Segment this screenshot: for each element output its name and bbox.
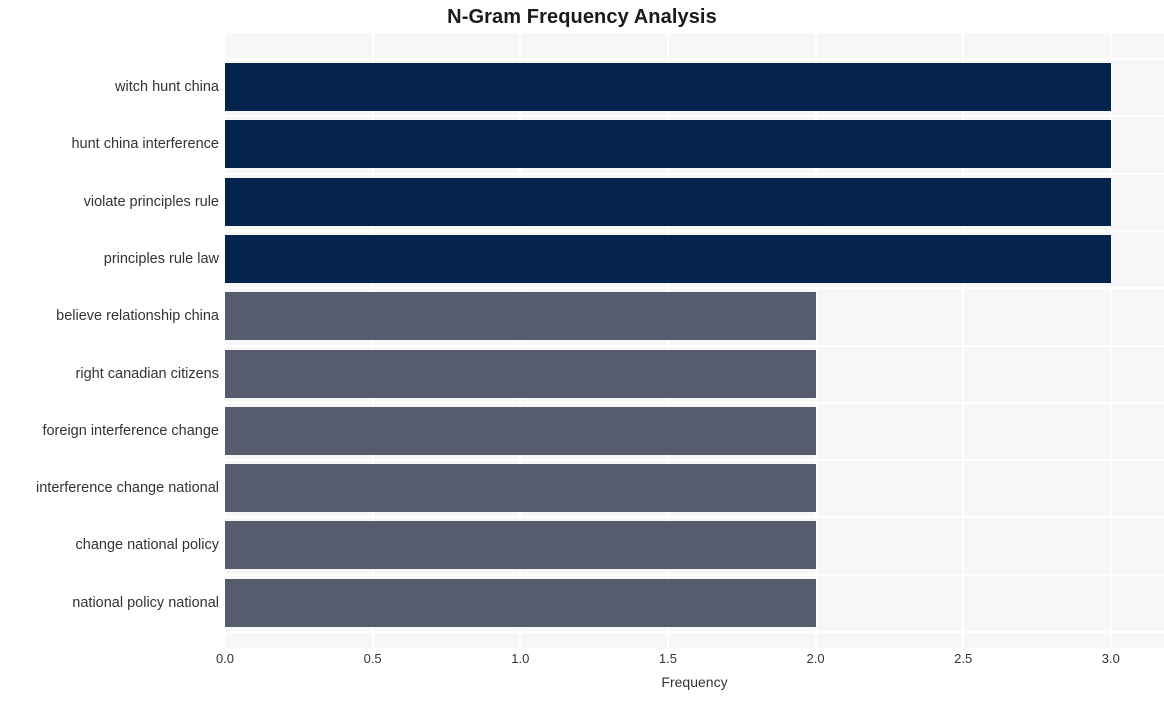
- y-axis-tick-label: hunt china interference: [71, 136, 219, 153]
- x-axis-tick-label: 2.5: [954, 651, 973, 666]
- x-axis-tick-label: 1.5: [658, 651, 677, 666]
- bar: [225, 578, 816, 627]
- bars-layer: [225, 33, 1164, 648]
- x-axis-tick-label: 1.0: [511, 651, 530, 666]
- y-axis-tick-label: foreign interference change: [42, 422, 219, 439]
- y-axis-tick-label: violate principles rule: [83, 193, 219, 210]
- bar: [225, 464, 816, 513]
- x-axis-tick-label: 3.0: [1101, 651, 1120, 666]
- y-axis-tick-label: believe relationship china: [56, 308, 219, 325]
- x-axis-tick-label: 0.5: [363, 651, 382, 666]
- bar: [225, 349, 816, 398]
- bar: [225, 177, 1111, 226]
- bar: [225, 234, 1111, 283]
- y-axis-tick-label: change national policy: [75, 537, 220, 554]
- x-axis-tick-label: 2.0: [806, 651, 825, 666]
- y-axis-tick-label: national policy national: [72, 594, 219, 611]
- y-axis-labels: witch hunt china hunt china interference v…: [0, 33, 219, 648]
- bar: [225, 63, 1111, 111]
- bar: [225, 406, 816, 455]
- y-axis-tick-label: witch hunt china: [115, 79, 219, 95]
- x-axis-tick-label: 0.0: [215, 651, 235, 666]
- bar: [225, 521, 816, 570]
- plot-area: [225, 33, 1164, 648]
- bar: [225, 120, 1111, 169]
- chart-title: N-Gram Frequency Analysis: [447, 6, 717, 28]
- x-axis-title: Frequency: [661, 674, 728, 690]
- y-axis-tick-label: principles rule law: [103, 250, 219, 267]
- y-axis-tick-label: interference change national: [36, 480, 219, 497]
- x-axis-tick-labels: 0.0 0.5 1.0 1.5 2.0 2.5 3.0: [0, 651, 1164, 671]
- chart-figure: N-Gram Frequency Analysis witch hunt chi…: [0, 0, 1164, 701]
- y-axis-tick-label: right canadian citizens: [75, 365, 219, 382]
- bar: [225, 292, 816, 341]
